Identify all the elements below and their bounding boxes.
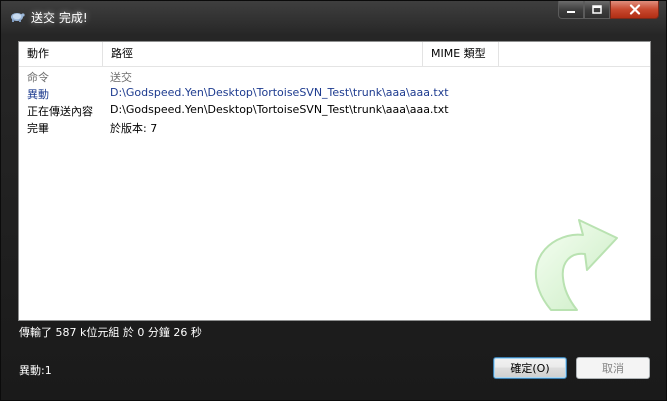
commit-finished-dialog: 送交 完成! 動作 路徑 MIME 類型 命令 送交 異動 D:\Godspee… xyxy=(0,0,667,401)
minimize-button[interactable] xyxy=(558,1,584,19)
list-item[interactable]: 正在傳送內容 D:\Godspeed.Yen\Desktop\TortoiseS… xyxy=(19,102,650,119)
caption-buttons xyxy=(558,1,661,20)
list-header: 動作 路徑 MIME 類型 xyxy=(19,42,650,67)
title-bar[interactable]: 送交 完成! xyxy=(1,1,666,31)
curved-arrow-icon xyxy=(535,219,618,311)
path-cell: 送交 xyxy=(110,71,132,84)
maximize-icon xyxy=(592,4,602,14)
column-header-mime-type[interactable]: MIME 類型 xyxy=(423,42,499,66)
column-header-path[interactable]: 路徑 xyxy=(103,42,423,66)
ok-button[interactable]: 確定(O) xyxy=(493,357,567,379)
change-count: 異動:1 xyxy=(19,364,52,377)
minimize-icon xyxy=(567,10,575,13)
cancel-button[interactable]: 取消 xyxy=(576,357,650,379)
list-item[interactable]: 命令 送交 xyxy=(19,68,650,85)
path-cell: D:\Godspeed.Yen\Desktop\TortoiseSVN_Test… xyxy=(110,86,449,99)
close-icon xyxy=(629,4,640,15)
list-rows: 命令 送交 異動 D:\Godspeed.Yen\Desktop\Tortois… xyxy=(19,68,650,136)
action-cell: 完畢 xyxy=(27,122,49,135)
transfer-status: 傳輸了 587 k位元組 於 0 分鐘 26 秒 xyxy=(19,326,202,339)
column-header-action[interactable]: 動作 xyxy=(19,42,103,66)
maximize-button[interactable] xyxy=(584,1,610,19)
list-item[interactable]: 異動 D:\Godspeed.Yen\Desktop\TortoiseSVN_T… xyxy=(19,85,650,102)
tortoise-icon xyxy=(9,8,25,22)
path-cell: D:\Godspeed.Yen\Desktop\TortoiseSVN_Test… xyxy=(110,103,449,116)
window-title: 送交 完成! xyxy=(31,11,88,25)
action-cell: 異動 xyxy=(27,88,49,101)
commit-result-list[interactable]: 動作 路徑 MIME 類型 命令 送交 異動 D:\Godspeed.Yen\D… xyxy=(18,41,651,321)
action-cell: 正在傳送內容 xyxy=(27,105,93,118)
path-cell: 於版本: 7 xyxy=(110,122,158,135)
action-cell: 命令 xyxy=(27,71,49,84)
list-item[interactable]: 完畢 於版本: 7 xyxy=(19,119,650,136)
close-button[interactable] xyxy=(610,1,659,19)
